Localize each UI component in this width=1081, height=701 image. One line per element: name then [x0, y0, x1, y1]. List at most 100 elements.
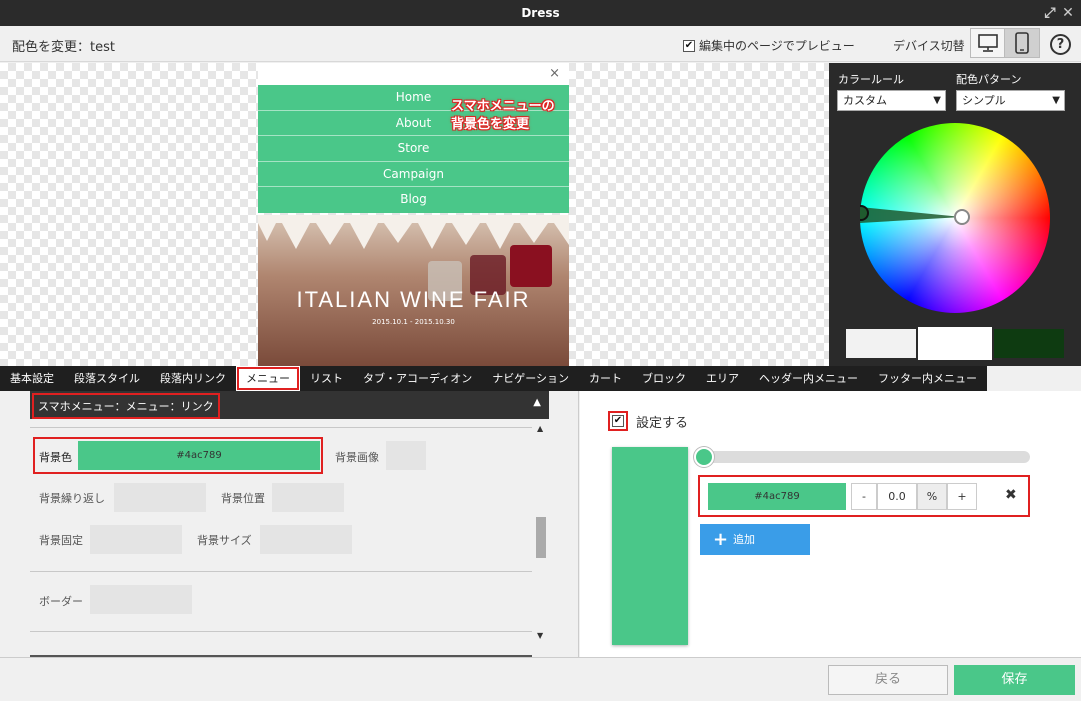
- tab-paragraph-link[interactable]: 段落内リンク: [150, 366, 236, 391]
- remove-stop-icon[interactable]: ✖: [1005, 487, 1017, 503]
- menu-close-icon[interactable]: ×: [549, 66, 560, 81]
- hero-title: ITALIAN WINE FAIR: [296, 287, 531, 312]
- color-pattern-label: 配色パターン: [956, 73, 1022, 86]
- chevron-down-icon: ▼: [1052, 95, 1060, 106]
- bg-image-field[interactable]: [386, 441, 426, 470]
- page-title: 配色を変更：test: [12, 40, 115, 55]
- divider: [30, 631, 532, 632]
- tab-footer-menu[interactable]: フッター内メニュー: [868, 366, 987, 391]
- hero-image: ITALIAN WINE FAIR 2015.10.1 - 2015.10.30: [258, 215, 569, 366]
- border-field[interactable]: [90, 585, 192, 614]
- section-header[interactable]: スマホメニュー：メニュー：リンク ▲: [30, 391, 549, 419]
- gradient-preview: [612, 447, 688, 645]
- divider: [30, 427, 532, 428]
- monitor-icon: [978, 34, 998, 52]
- color-pattern-select[interactable]: シンプル ▼: [956, 90, 1065, 111]
- bg-repeat-field[interactable]: [114, 483, 206, 512]
- scrollbar-thumb[interactable]: [536, 517, 546, 558]
- color-wheel-pointer[interactable]: [860, 123, 1050, 313]
- gradient-slider-handle[interactable]: [694, 447, 714, 467]
- tab-block[interactable]: ブロック: [632, 366, 696, 391]
- menu-item-blog[interactable]: Blog: [258, 187, 569, 213]
- bg-color-field[interactable]: #4ac789: [78, 441, 320, 470]
- color-swatch-3[interactable]: [994, 329, 1064, 358]
- bg-fixed-field[interactable]: [90, 525, 182, 554]
- preview-canvas: × Home About Store Campaign Blog スマホメニュー…: [0, 63, 829, 366]
- category-tabs: 基本設定 段落スタイル 段落内リンク メニュー リスト タブ・アコーディオン ナ…: [0, 366, 1081, 391]
- header-bar: 配色を変更：test ✔ 編集中のページでプレビュー デバイス切替 ?: [0, 26, 1081, 62]
- bg-position-field[interactable]: [272, 483, 344, 512]
- position-input[interactable]: 0.0: [877, 483, 917, 510]
- desktop-device-button[interactable]: [970, 28, 1006, 58]
- chevron-up-icon[interactable]: ▲: [533, 397, 541, 408]
- highlight-box: ✔: [608, 411, 628, 431]
- tab-navigation[interactable]: ナビゲーション: [482, 366, 579, 391]
- smartphone-icon: [1015, 32, 1029, 54]
- menu-item-campaign[interactable]: Campaign: [258, 161, 569, 187]
- color-swatch-2[interactable]: [918, 327, 992, 360]
- expand-icon[interactable]: ⤢: [1043, 0, 1057, 26]
- border-label: ボーダー: [39, 595, 83, 608]
- color-pattern-value: シンプル: [962, 94, 1006, 107]
- tab-header-menu[interactable]: ヘッダー内メニュー: [749, 366, 868, 391]
- footer-bar: 戻る 保存: [0, 657, 1081, 701]
- tab-menu[interactable]: メニュー: [236, 366, 300, 391]
- callout-line-2: 背景色を変更: [451, 117, 530, 132]
- color-picker-panel: カラールール 配色パターン カスタム ▼ シンプル ▼: [829, 63, 1081, 366]
- color-rule-value: カスタム: [843, 94, 887, 107]
- color-rule-label: カラールール: [838, 73, 904, 86]
- color-swatch-1[interactable]: [846, 329, 916, 358]
- close-icon[interactable]: ✕: [1061, 0, 1075, 26]
- tab-cart[interactable]: カート: [579, 366, 632, 391]
- checkbox-checked-icon[interactable]: ✔: [612, 415, 624, 427]
- divider: [30, 571, 532, 572]
- menu-item-store[interactable]: Store: [258, 136, 569, 162]
- bg-position-label: 背景位置: [221, 492, 265, 505]
- increment-button[interactable]: +: [947, 483, 977, 510]
- menu-close-row: ×: [258, 63, 569, 85]
- save-button[interactable]: 保存: [954, 665, 1075, 695]
- window-title: Dress: [521, 6, 560, 20]
- unit-label: %: [917, 483, 947, 510]
- scroll-down-icon[interactable]: ▼: [537, 631, 543, 640]
- tab-accordion[interactable]: タブ・アコーディオン: [353, 366, 482, 391]
- wine-glass-image: [510, 245, 552, 287]
- callout-line-1: スマホメニューの: [451, 99, 555, 114]
- decrement-button[interactable]: -: [851, 483, 877, 510]
- enable-label: 設定する: [636, 415, 689, 431]
- device-switch-label: デバイス切替: [893, 39, 965, 53]
- mobile-preview: × Home About Store Campaign Blog スマホメニュー…: [258, 63, 569, 366]
- plus-icon: +: [713, 529, 729, 550]
- add-stop-label: 追加: [733, 533, 755, 546]
- chevron-down-icon: ▼: [933, 95, 941, 106]
- tab-list[interactable]: リスト: [300, 366, 353, 391]
- window-titlebar: Dress ⤢ ✕: [0, 0, 1081, 26]
- bg-size-label: 背景サイズ: [197, 534, 252, 547]
- mobile-device-button[interactable]: [1004, 28, 1040, 58]
- checkbox-checked-icon[interactable]: ✔: [683, 39, 695, 52]
- color-stop-row: #4ac789 - 0.0 % + ✖: [698, 475, 1030, 517]
- enable-checkbox[interactable]: ✔ 設定する: [608, 411, 688, 431]
- gradient-slider-track[interactable]: [702, 451, 1030, 463]
- hero-date: 2015.10.1 - 2015.10.30: [372, 318, 455, 326]
- tab-basic[interactable]: 基本設定: [0, 366, 64, 391]
- color-wheel[interactable]: [860, 123, 1050, 313]
- back-button[interactable]: 戻る: [828, 665, 948, 695]
- bg-color-label: 背景色: [39, 451, 72, 464]
- preview-checkbox-label: 編集中のページでプレビュー: [699, 39, 855, 53]
- scroll-up-icon[interactable]: ▲: [537, 424, 543, 433]
- add-stop-button[interactable]: + 追加: [700, 524, 810, 555]
- stop-color-field[interactable]: #4ac789: [708, 483, 846, 510]
- bg-fixed-label: 背景固定: [39, 534, 83, 547]
- bg-size-field[interactable]: [260, 525, 352, 554]
- tabbar-spacer: [987, 366, 1081, 391]
- color-rule-select[interactable]: カスタム ▼: [837, 90, 946, 111]
- gradient-panel: ✔ 設定する #4ac789 - 0.0 % + ✖ + 追加: [580, 391, 1081, 657]
- bg-repeat-label: 背景繰り返し: [39, 492, 105, 505]
- section-title: スマホメニュー：メニュー：リンク: [32, 393, 220, 419]
- preview-checkbox[interactable]: ✔ 編集中のページでプレビュー: [683, 37, 855, 54]
- help-icon[interactable]: ?: [1050, 34, 1071, 55]
- bg-image-label: 背景画像: [335, 451, 379, 464]
- tab-paragraph-style[interactable]: 段落スタイル: [64, 366, 150, 391]
- tab-area[interactable]: エリア: [696, 366, 749, 391]
